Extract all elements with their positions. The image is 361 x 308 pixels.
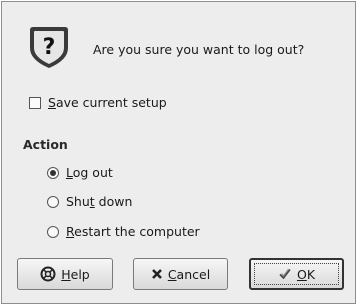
action-section-label: Action xyxy=(23,137,68,152)
ok-button-label: OK xyxy=(297,267,315,282)
save-setup-label: Save current setup xyxy=(48,95,167,110)
shut-down-label-post: down xyxy=(94,194,133,209)
ok-button[interactable]: OK xyxy=(249,258,344,290)
log-out-label-post: og out xyxy=(72,165,113,180)
help-icon xyxy=(40,266,56,282)
shut-down-label: Shut down xyxy=(66,194,132,209)
radio-restart[interactable] xyxy=(47,225,59,238)
cancel-icon xyxy=(151,268,163,280)
cancel-mnemonic: C xyxy=(167,266,177,282)
logout-dialog: ? Are you sure you want to log out? Save… xyxy=(1,1,356,304)
ok-label-post: K xyxy=(306,266,316,282)
help-button-label: Help xyxy=(61,267,90,282)
cancel-button[interactable]: Cancel xyxy=(133,258,228,290)
restart-label-post: estart the computer xyxy=(74,224,200,239)
shut-down-label-pre: Shu xyxy=(66,194,90,209)
help-mnemonic: H xyxy=(61,266,71,282)
log-out-label: Log out xyxy=(66,165,113,180)
radio-log-out[interactable] xyxy=(47,166,59,179)
radio-row-restart[interactable]: Restart the computer xyxy=(47,224,200,239)
restart-label: Restart the computer xyxy=(66,224,200,239)
question-icon: ? xyxy=(27,24,71,70)
radio-shut-down[interactable] xyxy=(47,195,59,208)
help-label-post: elp xyxy=(70,266,90,282)
save-setup-mnemonic: S xyxy=(48,95,56,110)
help-button[interactable]: Help xyxy=(17,258,113,290)
save-setup-checkbox-row[interactable]: Save current setup xyxy=(29,95,167,110)
checkmark-icon xyxy=(278,267,292,281)
ok-mnemonic: O xyxy=(296,266,307,282)
save-setup-label-rest: ave current setup xyxy=(55,95,167,110)
radio-row-shut-down[interactable]: Shut down xyxy=(47,194,132,209)
radio-row-log-out[interactable]: Log out xyxy=(47,165,113,180)
save-setup-checkbox[interactable] xyxy=(29,96,41,109)
log-out-mnemonic: L xyxy=(66,165,73,180)
cancel-button-label: Cancel xyxy=(168,267,210,282)
dialog-question: Are you sure you want to log out? xyxy=(93,42,305,57)
restart-mnemonic: R xyxy=(66,224,75,239)
svg-text:?: ? xyxy=(43,35,56,60)
cancel-label-post: ancel xyxy=(176,266,211,282)
